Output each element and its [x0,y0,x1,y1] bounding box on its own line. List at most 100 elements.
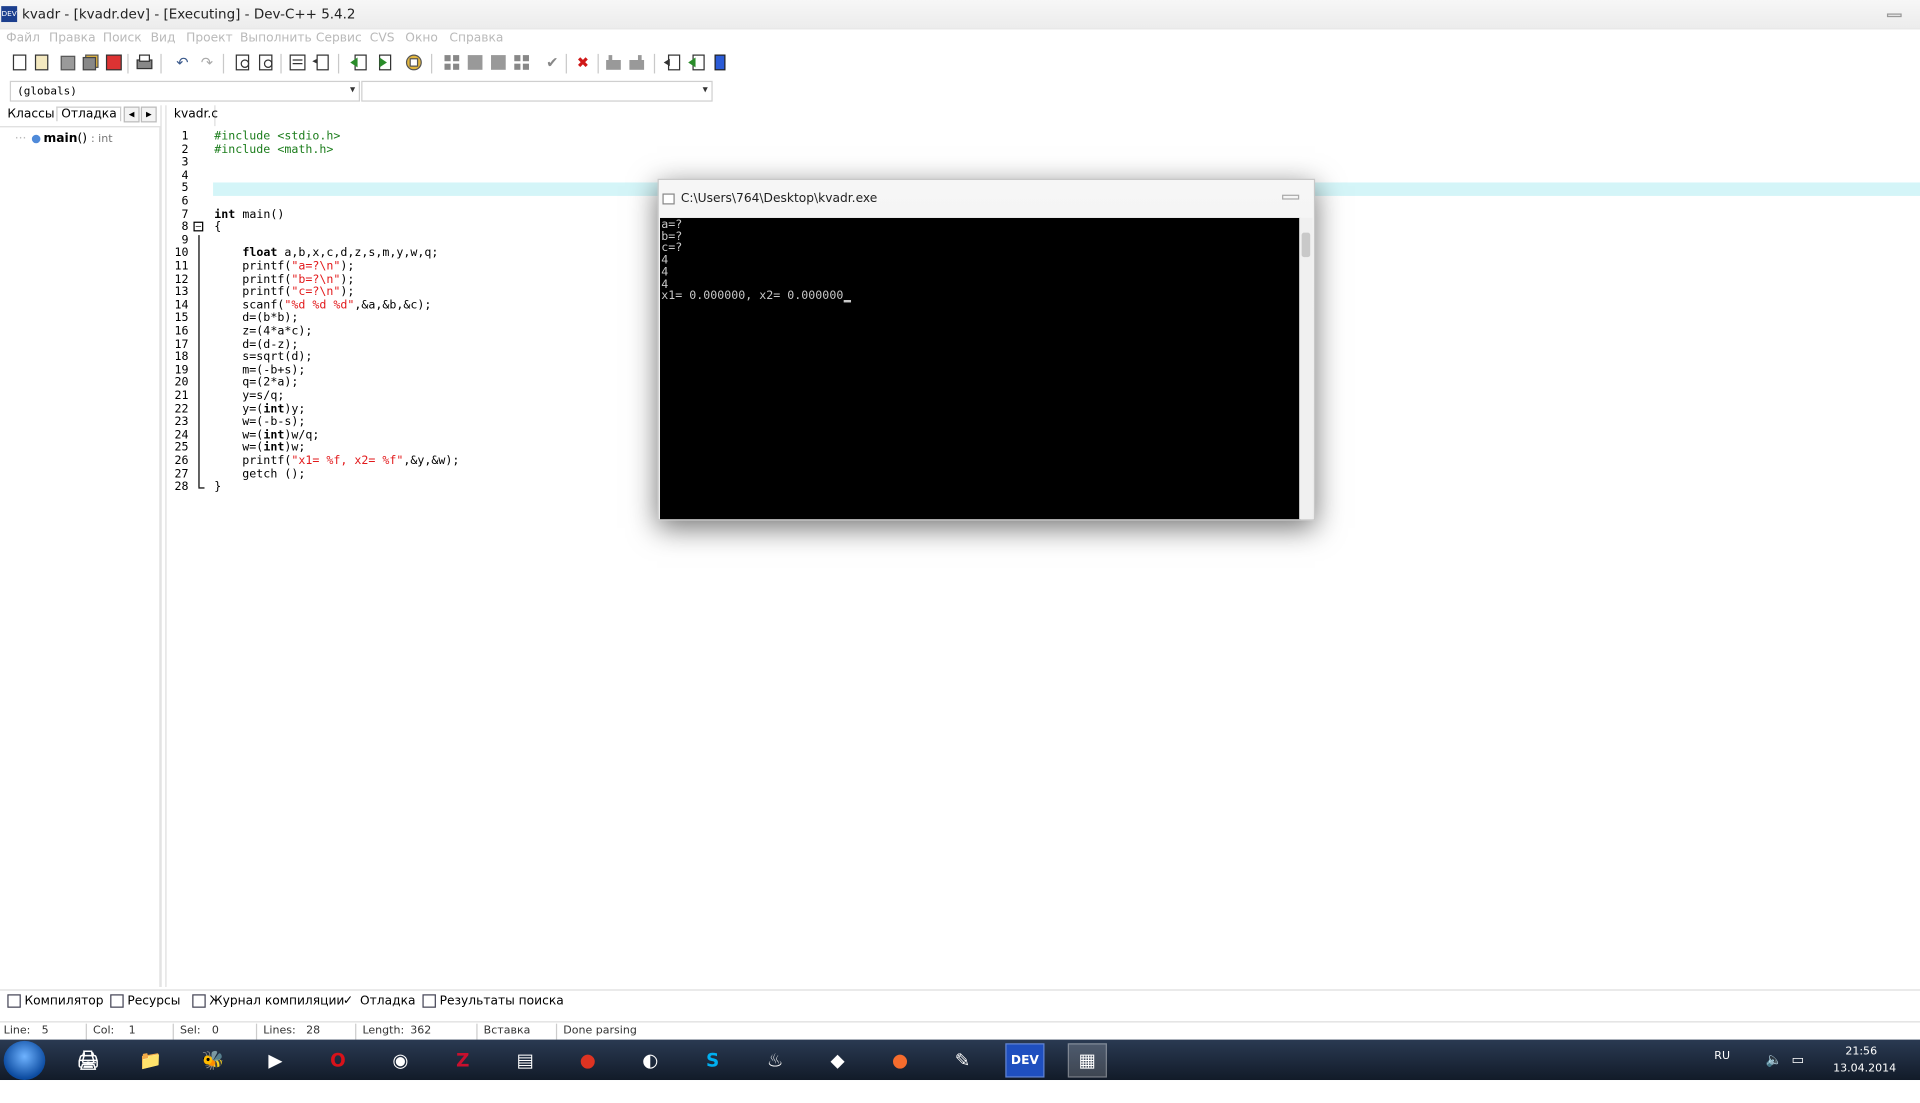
toolbar-separator [431,53,433,74]
save-all-icon[interactable] [81,53,101,73]
remove-from-project-icon[interactable] [373,53,393,73]
opera-icon[interactable]: O [318,1043,357,1077]
scrollbar-thumb[interactable] [1301,232,1311,258]
replace-icon[interactable] [257,53,277,73]
network-icon[interactable]: ▭ [1791,1052,1804,1092]
console-line: c=? [661,241,683,256]
close-file-icon[interactable] [104,53,124,73]
menu-execute[interactable]: Выполнить [240,32,312,45]
minimize-button[interactable] [1886,13,1902,18]
tab-scroll-right-icon[interactable]: ▶ [140,106,157,123]
menu-tools[interactable]: Сервис [316,32,362,45]
undo-icon[interactable]: ↶ [173,53,193,73]
code-line[interactable]: 1 #include <stdio.h> [167,129,1920,144]
syntax-check-icon[interactable]: ✔ [542,53,562,73]
volume-icon[interactable]: 🔈 [1766,1052,1783,1092]
media-icon[interactable]: ◐ [631,1043,670,1077]
unindent-icon[interactable] [687,53,707,73]
toggle-bookmark-icon[interactable] [710,53,730,73]
find-icon[interactable] [234,53,254,73]
media-player-icon[interactable]: ▶ [256,1043,295,1077]
save-icon[interactable] [58,53,78,73]
menu-file[interactable]: Файл [6,32,40,45]
terminal-icon[interactable]: ▤ [506,1043,545,1077]
menu-cvs[interactable]: CVS [370,32,395,45]
language-indicator[interactable]: RU [1714,1051,1730,1091]
run-icon[interactable] [465,53,485,73]
line-number: 18 [174,350,189,364]
browser-icon[interactable]: ◉ [381,1043,420,1077]
menu-window[interactable]: Окно [405,32,438,45]
tab-search-results[interactable]: Результаты поиска [422,994,564,1008]
explorer-icon[interactable]: 🖨 [69,1043,108,1077]
tree-item-main[interactable]: ··· main() : int [15,132,113,145]
tab-classes[interactable]: Классы [7,108,54,121]
status-col-label: Col: [93,1024,115,1038]
line-number: 1 [181,129,189,144]
tab-compile-log[interactable]: Журнал компиляции [192,994,344,1008]
chevron-down-icon: ▼ [349,84,356,95]
member-combo[interactable]: ▼ [361,80,713,102]
console-minimize-button[interactable] [1282,194,1300,200]
menu-view[interactable]: Вид [151,32,176,45]
redo-icon[interactable]: ↷ [197,53,217,73]
paint-icon[interactable]: ✎ [943,1043,982,1077]
clock-date[interactable]: 13.04.2014 [1833,1063,1896,1103]
devcpp-icon[interactable]: DEV [1005,1043,1045,1078]
code-text: z=(4*a*c); [214,324,313,338]
indent-icon[interactable] [662,53,682,73]
project-options-icon[interactable] [404,53,424,73]
file-tab[interactable]: kvadr.c [170,105,218,127]
profile-icon[interactable] [604,53,624,73]
tab-compile-log-label: Журнал компиляции [209,994,345,1009]
tab-scroll-left-icon[interactable]: ◀ [123,106,140,123]
new-file-icon[interactable] [10,53,30,73]
menu-edit[interactable]: Правка [49,32,96,45]
profile-delete-icon[interactable] [627,53,647,73]
left-panel: Классы Отладка ◀ ▶ ··· main() : int [0,105,162,987]
goto-line-icon[interactable] [311,53,331,73]
rebuild-all-icon[interactable] [512,53,532,73]
fold-toggle-icon[interactable]: − [193,221,204,232]
toolbar-separator [337,53,340,74]
add-to-project-icon[interactable] [349,53,369,73]
find-next-icon[interactable] [288,53,308,73]
compile-run-icon[interactable] [489,53,509,73]
origin-icon[interactable]: ● [880,1043,919,1077]
menu-help[interactable]: Справка [449,32,503,45]
toolbar-separator [160,53,162,74]
toolbar-separator [127,53,129,74]
stop-execution-icon[interactable]: ✖ [573,53,593,73]
code-line[interactable]: 3 [167,156,1920,170]
chart-icon [192,994,206,1008]
tab-compiler[interactable]: Компилятор [7,994,103,1008]
steam-icon[interactable]: ♨ [756,1043,795,1077]
skype-icon[interactable]: S [693,1043,732,1077]
print-icon[interactable] [135,53,155,73]
console-window[interactable]: C:\Users\764\Desktop\kvadr.exe a=? b=? c=?… [657,178,1316,521]
console-scrollbar[interactable] [1299,217,1313,520]
notes-icon[interactable]: ▦ [1067,1043,1107,1078]
filezilla-icon[interactable]: Z [443,1043,482,1077]
folder-icon[interactable]: 📁 [131,1043,170,1077]
code-line[interactable]: 2 #include <math.h> [167,143,1920,157]
menu-search[interactable]: Поиск [103,32,142,45]
tab-resources[interactable]: Ресурсы [110,994,180,1008]
open-file-icon[interactable] [33,53,53,73]
scope-combo[interactable]: (globals) ▼ [9,80,361,102]
start-button[interactable] [3,1040,46,1081]
class-browser-combos: (globals) ▼ ▼ [0,77,1920,106]
resources-icon [110,994,124,1008]
code-text: { [214,220,222,235]
compile-icon[interactable] [442,53,462,73]
foobar-icon[interactable]: 🐝 [193,1043,232,1077]
devtool-icon[interactable]: ◆ [818,1043,857,1077]
code-text: printf("x1= %f, x2= %f",&y,&w); [214,454,460,468]
console-output[interactable]: a=? b=? c=? 4 4 4 x1= 0.000000, x2= 0.000000 [660,217,1301,520]
tab-debug-bottom[interactable]: ✓ Отладка [343,994,416,1008]
check-icon: ✓ [342,994,354,1008]
chrome-icon[interactable]: ● [568,1043,607,1077]
tab-debug[interactable]: Отладка [56,106,122,122]
class-tree: ··· main() : int [0,126,161,987]
menu-project[interactable]: Проект [186,32,233,45]
